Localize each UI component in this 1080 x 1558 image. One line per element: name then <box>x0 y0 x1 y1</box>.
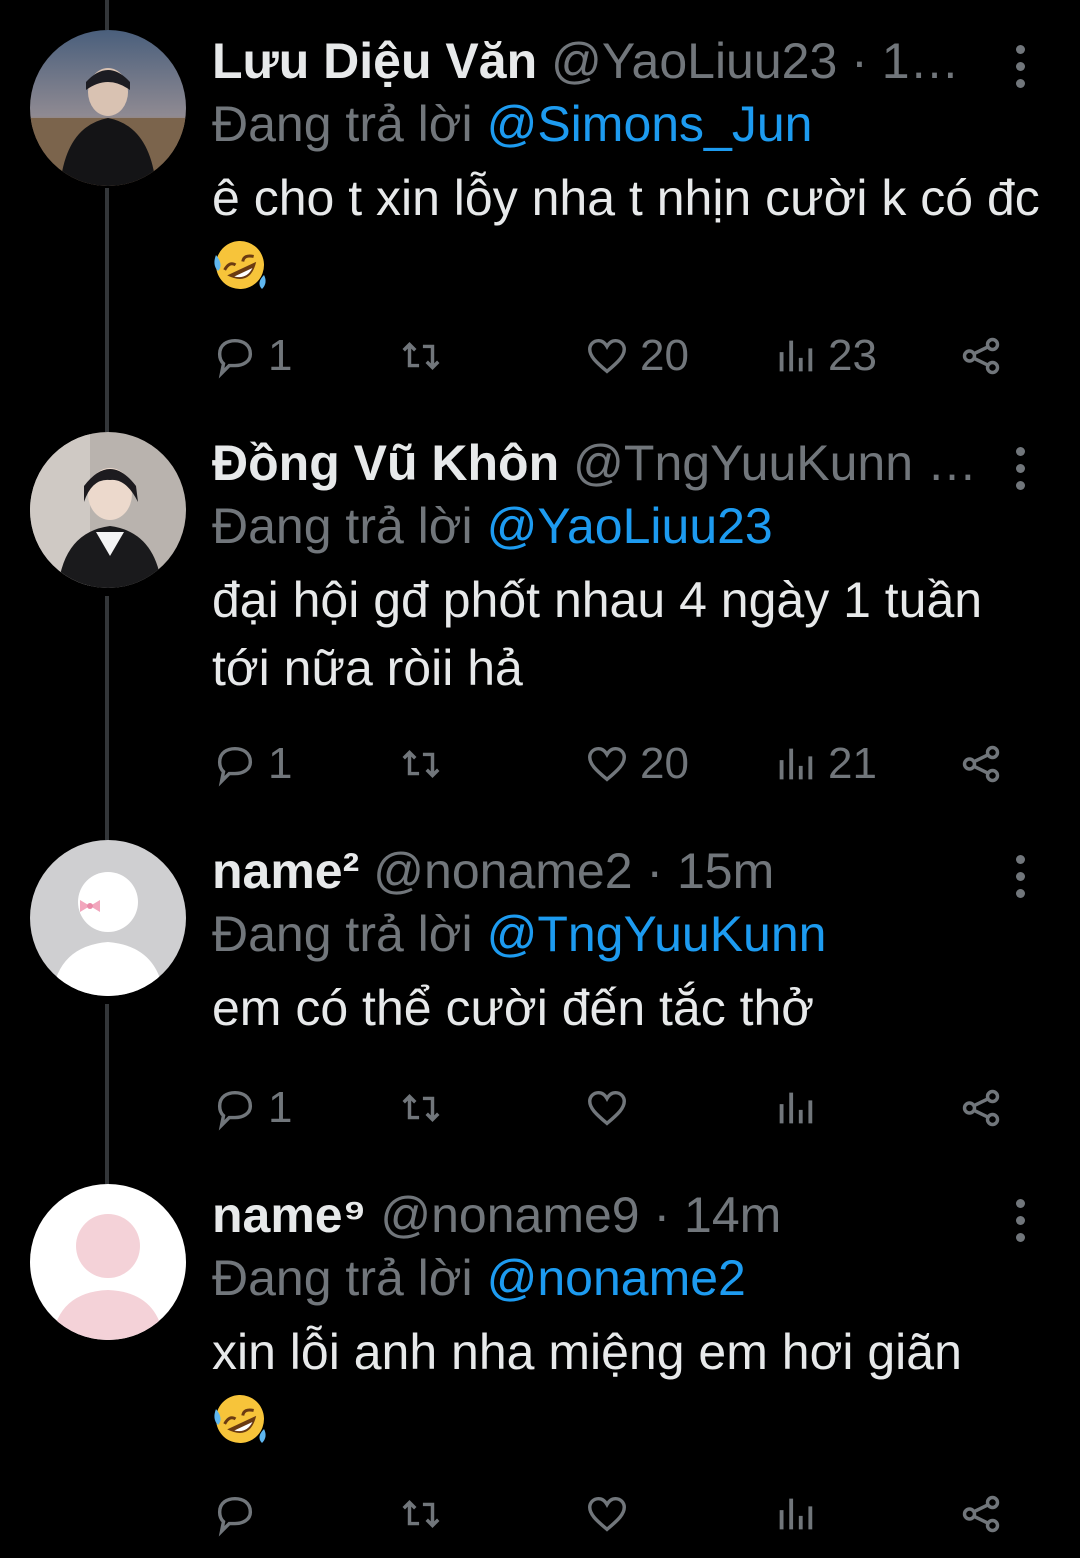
display-name[interactable]: name⁹ <box>212 1184 366 1246</box>
display-name[interactable]: name² <box>212 840 359 902</box>
mention-link[interactable]: @TngYuuKunn <box>487 906 827 962</box>
display-name[interactable]: Lưu Diệu Văn <box>212 30 537 92</box>
tweet-text-content: xin lỗi anh nha miệng em hơi giãn <box>212 1324 962 1380</box>
views-icon <box>779 340 813 372</box>
handle-and-time[interactable]: @noname2 · 15m <box>373 840 1040 902</box>
thread-line <box>105 188 109 432</box>
share-button[interactable] <box>958 326 1004 386</box>
reply-button[interactable]: 1 <box>212 326 292 386</box>
tweet-text: ê cho t xin lỗy nha t nhịn cười k có đc <box>212 164 1040 300</box>
share-button[interactable] <box>958 1484 1004 1544</box>
reply-icon <box>217 338 253 379</box>
replying-to: Đang trả lời @noname2 <box>212 1246 1040 1310</box>
tweet-text-content: ê cho t xin lỗy nha t nhịn cười k có đc <box>212 170 1040 226</box>
tweet-actions: 1 20 21 <box>212 734 1012 794</box>
reply-button[interactable]: 1 <box>212 734 292 794</box>
reply-count: 1 <box>268 1083 293 1132</box>
reply-button[interactable] <box>212 1484 268 1544</box>
avatar[interactable] <box>30 432 186 588</box>
mention-link[interactable]: @Simons_Jun <box>487 96 813 152</box>
views-button[interactable]: 21 <box>772 734 877 794</box>
reply-count: 1 <box>268 739 293 788</box>
more-options-icon[interactable] <box>1000 846 1040 906</box>
retweet-icon <box>402 750 440 778</box>
tweet-actions: 1 <box>212 1078 1012 1138</box>
replying-to-label: Đang trả lời <box>212 498 473 554</box>
views-button[interactable] <box>772 1484 828 1544</box>
mention-link[interactable]: @noname2 <box>487 1250 746 1306</box>
tweet-text: đại hội gđ phốt nhau 4 ngày 1 tuần tới n… <box>212 566 1040 702</box>
views-icon <box>779 1498 813 1530</box>
heart-icon <box>588 1496 626 1532</box>
share-icon <box>962 1089 1000 1127</box>
handle-and-time[interactable]: @noname9 · 14m <box>380 1184 1040 1246</box>
retweet-button[interactable] <box>398 326 454 386</box>
share-button[interactable] <box>958 1078 1004 1138</box>
views-count: 21 <box>828 739 877 788</box>
handle-and-time[interactable]: @YaoLiuu23 · 1… <box>551 30 1040 92</box>
like-button[interactable] <box>584 1484 640 1544</box>
retweet-button[interactable] <box>398 1484 454 1544</box>
replying-to: Đang trả lời @TngYuuKunn <box>212 902 1040 966</box>
reply-icon <box>217 1090 253 1131</box>
more-options-icon[interactable] <box>1000 1190 1040 1250</box>
mention-link[interactable]: @YaoLiuu23 <box>487 498 773 554</box>
views-button[interactable] <box>772 1078 828 1138</box>
views-icon <box>779 748 813 780</box>
like-button[interactable] <box>584 1078 640 1138</box>
reply-count: 1 <box>268 331 293 380</box>
tweet-header: Đồng Vũ Khôn @TngYuuKunn … <box>212 432 1040 494</box>
tweet-header: name² @noname2 · 15m <box>212 840 1040 902</box>
rolling-on-floor-laughing-icon <box>214 241 266 289</box>
more-options-icon[interactable] <box>1000 438 1040 498</box>
like-button[interactable]: 20 <box>584 734 689 794</box>
more-options-icon[interactable] <box>1000 36 1040 96</box>
tweet-actions: 1 20 23 <box>212 326 1012 386</box>
heart-icon <box>588 338 626 374</box>
thread-line <box>105 0 109 30</box>
tweet-text-content: đại hội gđ phốt nhau 4 ngày 1 tuần tới n… <box>212 572 983 696</box>
avatar[interactable] <box>30 1184 186 1340</box>
heart-icon <box>588 1090 626 1126</box>
retweet-button[interactable] <box>398 734 454 794</box>
replying-to-label: Đang trả lời <box>212 906 473 962</box>
tweet-text: xin lỗi anh nha miệng em hơi giãn <box>212 1318 1040 1454</box>
retweet-button[interactable] <box>398 1078 454 1138</box>
like-button[interactable]: 20 <box>584 326 689 386</box>
replying-to: Đang trả lời @Simons_Jun <box>212 92 1040 156</box>
views-count: 23 <box>828 331 877 380</box>
tweet-actions <box>212 1484 1012 1544</box>
views-icon <box>779 1092 813 1124</box>
views-button[interactable]: 23 <box>772 326 877 386</box>
tweet-text-content: em có thể cười đến tắc thở <box>212 980 815 1036</box>
replying-to: Đang trả lời @YaoLiuu23 <box>212 494 1040 558</box>
retweet-icon <box>402 1094 440 1122</box>
replying-to-label: Đang trả lời <box>212 1250 473 1306</box>
share-icon <box>962 745 1000 783</box>
reply-icon <box>217 746 253 787</box>
reply-button[interactable]: 1 <box>212 1078 292 1138</box>
display-name[interactable]: Đồng Vũ Khôn <box>212 432 559 494</box>
thread-line <box>105 596 109 840</box>
heart-icon <box>588 746 626 782</box>
replying-to-label: Đang trả lời <box>212 96 473 152</box>
share-button[interactable] <box>958 734 1004 794</box>
tweet-text: em có thể cười đến tắc thở <box>212 974 1040 1042</box>
like-count: 20 <box>640 739 689 788</box>
reply-icon <box>217 1496 253 1537</box>
retweet-icon <box>402 1500 440 1528</box>
share-icon <box>962 337 1000 375</box>
retweet-icon <box>402 342 440 370</box>
share-icon <box>962 1495 1000 1533</box>
handle-and-time[interactable]: @TngYuuKunn … <box>573 432 1040 494</box>
tweet-header: name⁹ @noname9 · 14m <box>212 1184 1040 1246</box>
avatar[interactable] <box>30 30 186 186</box>
avatar[interactable] <box>30 840 186 996</box>
tweet-header: Lưu Diệu Văn @YaoLiuu23 · 1… <box>212 30 1040 92</box>
rolling-on-floor-laughing-icon <box>214 1395 266 1443</box>
thread-line <box>105 1004 109 1184</box>
like-count: 20 <box>640 331 689 380</box>
